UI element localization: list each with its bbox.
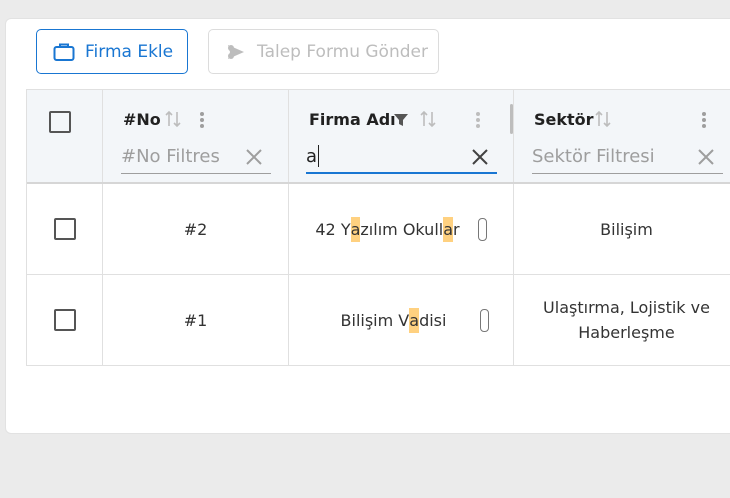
clear-filter-icon[interactable] <box>471 148 489 166</box>
sort-icon[interactable] <box>165 110 181 128</box>
table-row[interactable]: #1 Bilişim Va disi Ulaştırma, Lojistik ve… <box>27 275 730 366</box>
main-card: Firma Ekle Talep Formu Gönder #No #No Fi… <box>5 18 730 434</box>
search-highlight: a <box>443 216 454 242</box>
column-title-no: #No <box>123 110 161 129</box>
search-highlight: a <box>350 216 361 242</box>
send-request-form-label: Talep Formu Gönder <box>257 41 428 62</box>
briefcase-icon <box>53 43 75 61</box>
column-separator <box>513 90 514 182</box>
send-request-form-button[interactable]: Talep Formu Gönder <box>208 29 439 74</box>
column-title-company: Firma Adı <box>309 110 396 129</box>
sector-filter-placeholder: Sektör Filtresi <box>532 146 655 167</box>
clear-filter-icon[interactable] <box>697 148 715 166</box>
company-filter-value: a <box>306 145 318 167</box>
column-header-no[interactable]: #No <box>123 110 161 129</box>
send-icon <box>228 44 244 59</box>
table-row[interactable]: #2 42 Ya zılım Okull a r Bilişim <box>27 184 730 275</box>
filter-active-icon[interactable] <box>393 112 409 128</box>
company-text-part: disi <box>419 310 447 330</box>
column-header-sector[interactable]: Sektör <box>534 110 594 129</box>
company-filter-input[interactable]: a <box>306 140 497 174</box>
cell-company: 42 Ya zılım Okull a r <box>289 184 513 274</box>
row-checkbox[interactable] <box>54 309 76 331</box>
select-all-checkbox[interactable] <box>49 111 71 133</box>
column-menu-icon[interactable] <box>701 110 707 130</box>
column-menu-icon[interactable] <box>475 110 481 130</box>
company-data-grid: #No #No Filtres Firma Adı a Sektör Sektö… <box>26 89 730 366</box>
sector-filter-input[interactable]: Sektör Filtresi <box>532 140 723 174</box>
cell-sector: Bilişim <box>600 219 653 239</box>
column-separator <box>288 90 289 182</box>
sort-icon[interactable] <box>595 110 611 128</box>
cell-no: #2 <box>183 219 208 239</box>
company-text-part: Bilişim V <box>340 310 410 330</box>
no-filter-input[interactable]: #No Filtres <box>121 140 271 174</box>
sort-icon[interactable] <box>420 110 436 128</box>
company-text-part: 42 Y <box>315 219 351 239</box>
cell-sector: Ulaştırma, Lojistik ve Haberleşme <box>543 298 710 342</box>
column-separator <box>102 90 103 182</box>
text-cursor <box>318 145 320 167</box>
search-highlight: a <box>409 307 420 333</box>
column-header-company[interactable]: Firma Adı <box>309 110 396 129</box>
add-company-label: Firma Ekle <box>85 41 174 62</box>
cell-company: Bilişim Va disi <box>289 275 513 365</box>
column-title-sector: Sektör <box>534 110 594 129</box>
company-text-part: r <box>453 219 460 239</box>
no-filter-placeholder: #No Filtres <box>121 146 220 167</box>
add-company-button[interactable]: Firma Ekle <box>36 29 188 74</box>
cell-no: #1 <box>183 310 208 330</box>
tooltip-toggle[interactable] <box>480 308 490 332</box>
clear-filter-icon[interactable] <box>245 148 263 166</box>
grid-header: #No #No Filtres Firma Adı a Sektör Sektö… <box>27 90 730 184</box>
company-text-part: zılım Okull <box>360 219 444 239</box>
tooltip-toggle[interactable] <box>477 217 487 241</box>
column-menu-icon[interactable] <box>199 110 205 130</box>
row-checkbox[interactable] <box>54 218 76 240</box>
